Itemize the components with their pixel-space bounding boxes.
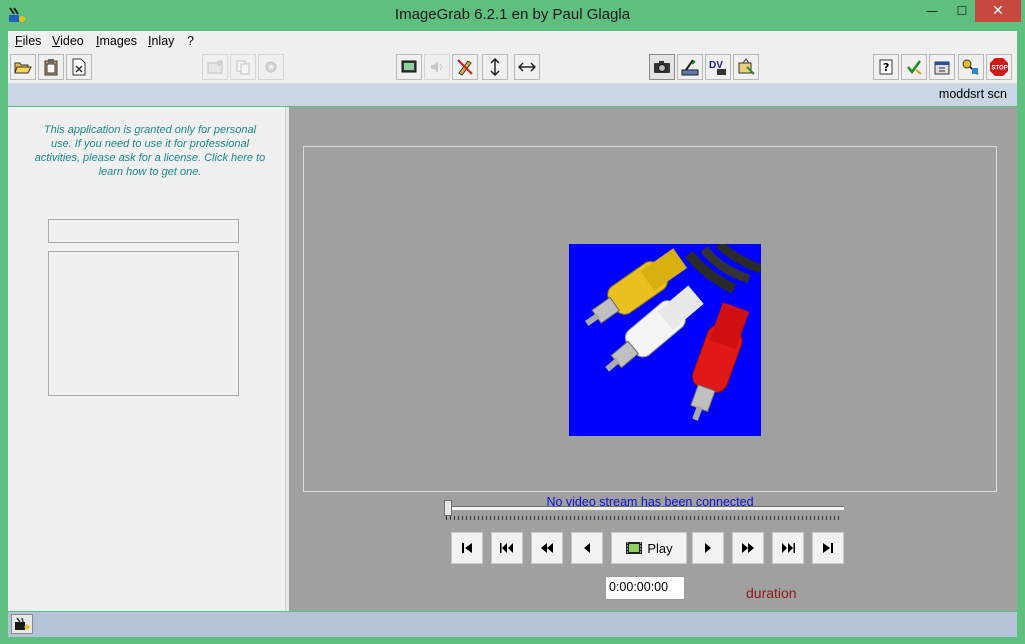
maximize-button[interactable]: ☐ [945, 0, 979, 22]
tv-source-icon [738, 58, 755, 75]
svg-text:STOP: STOP [992, 66, 1008, 72]
save-image-icon [207, 60, 223, 74]
preferences-icon [934, 61, 950, 75]
speaker-icon [431, 61, 442, 73]
tv-source-button[interactable] [733, 54, 759, 80]
fast-rewind-icon [500, 543, 513, 553]
fast-forward-icon [782, 543, 795, 553]
svg-text:?: ? [883, 61, 889, 74]
keys-button[interactable] [958, 54, 984, 80]
slider-track [444, 506, 844, 510]
copy-icon [236, 60, 250, 75]
forward-icon [742, 543, 754, 553]
play-button[interactable]: Play [611, 532, 687, 564]
rca-cable-picture [585, 240, 763, 421]
help-icon: ? [879, 59, 893, 75]
menu-video[interactable]: Video [52, 34, 84, 48]
checkmark-icon [907, 60, 922, 75]
camera-button[interactable] [649, 54, 675, 80]
step-back-button[interactable] [571, 532, 603, 564]
duration-label: duration [746, 585, 797, 601]
license-notice-link[interactable]: This application is granted only for per… [32, 123, 268, 179]
vertical-resize-icon [490, 58, 500, 76]
step-back-icon [584, 543, 590, 553]
copy-button[interactable] [230, 54, 256, 80]
rewind-icon [541, 543, 553, 553]
settings-gear-icon [265, 61, 277, 73]
slider-thumb[interactable] [444, 500, 452, 516]
close-file-icon [72, 58, 86, 76]
capture-device-icon [15, 617, 30, 630]
menu-help[interactable]: ? [187, 34, 194, 48]
status-device-button[interactable] [11, 614, 33, 634]
fast-rewind-button[interactable] [491, 532, 523, 564]
help-button[interactable]: ? [873, 54, 899, 80]
go-to-end-icon [823, 543, 833, 553]
menu-images[interactable]: Images [96, 34, 137, 48]
go-to-start-icon [462, 543, 472, 553]
open-folder-button[interactable] [10, 54, 36, 80]
forward-button[interactable] [732, 532, 764, 564]
vertical-resize-button[interactable] [482, 54, 508, 80]
close-file-button[interactable] [66, 54, 92, 80]
info-list[interactable] [48, 251, 239, 396]
menu-files[interactable]: Files [15, 34, 41, 48]
play-label: Play [647, 540, 673, 556]
go-to-start-button[interactable] [451, 532, 483, 564]
left-panel: This application is granted only for per… [8, 107, 285, 611]
scan-button[interactable] [677, 54, 703, 80]
toolbar: DV ? STOP [8, 51, 1017, 84]
close-button[interactable]: ✕ [975, 0, 1021, 22]
dv-button[interactable]: DV [705, 54, 731, 80]
title-bar[interactable]: ImageGrab 6.2.1 en by Paul Glagla — ☐ ✕ [0, 0, 1025, 30]
time-input[interactable]: 0:00:00:00 [605, 576, 685, 600]
open-folder-icon [14, 62, 32, 74]
mode-label: moddsrt scn [938, 87, 1007, 101]
stop-icon: STOP [990, 58, 1008, 76]
stop-button[interactable]: STOP [986, 54, 1012, 80]
application-window: ImageGrab 6.2.1 en by Paul Glagla — ☐ ✕ … [0, 0, 1025, 644]
go-to-end-button[interactable] [812, 532, 844, 564]
speaker-button[interactable] [424, 54, 450, 80]
screen-button[interactable] [396, 54, 422, 80]
mode-strip: moddsrt scn [8, 84, 1017, 106]
slider-ticks [446, 516, 842, 520]
menu-inlay[interactable]: Inlay [148, 34, 174, 48]
window-title: ImageGrab 6.2.1 en by Paul Glagla [394, 6, 631, 23]
clipboard-icon [44, 59, 58, 76]
rca-cable-image [569, 240, 763, 436]
film-icon [626, 542, 643, 554]
scan-icon [681, 59, 699, 76]
info-field[interactable] [48, 219, 239, 243]
preferences-button[interactable] [929, 54, 955, 80]
horizontal-resize-icon [518, 62, 536, 72]
fast-forward-button[interactable] [772, 532, 804, 564]
crossed-pen-icon [457, 59, 473, 76]
keys-icon [962, 59, 979, 75]
horizontal-resize-button[interactable] [514, 54, 540, 80]
crossed-pen-button[interactable] [452, 54, 478, 80]
position-slider[interactable] [444, 498, 844, 524]
checkmark-button[interactable] [901, 54, 927, 80]
camera-icon [654, 61, 670, 73]
dv-icon: DV [709, 60, 726, 75]
save-image-button[interactable] [202, 54, 228, 80]
rewind-button[interactable] [531, 532, 563, 564]
step-forward-icon [705, 543, 711, 553]
video-panel: No video stream has been connected Play [289, 107, 1017, 611]
menu-bar: Files Video Images Inlay? [8, 31, 1017, 51]
minimize-button[interactable]: — [915, 0, 949, 22]
screen-icon [401, 60, 417, 73]
status-bar [8, 612, 1017, 637]
settings-gear-button[interactable] [258, 54, 284, 80]
step-forward-button[interactable] [692, 532, 724, 564]
video-frame[interactable]: No video stream has been connected [303, 146, 997, 509]
clipboard-button[interactable] [38, 54, 64, 80]
